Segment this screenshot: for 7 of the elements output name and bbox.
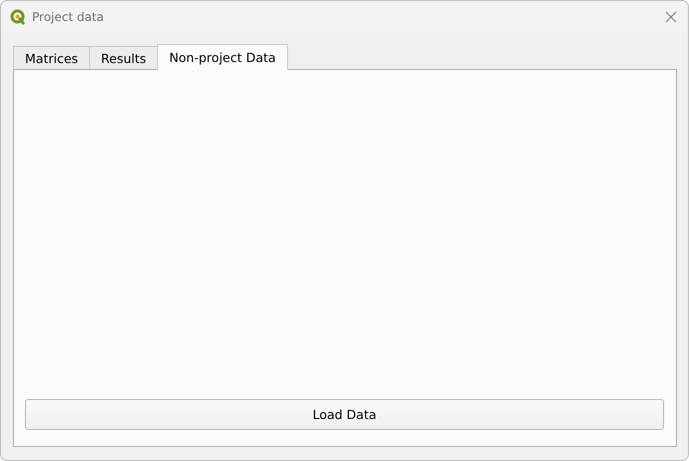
tab[interactable]: Results xyxy=(89,46,158,69)
tab[interactable]: Matrices xyxy=(13,46,90,69)
close-icon[interactable] xyxy=(665,10,677,22)
tab[interactable]: Non-project Data xyxy=(157,44,288,70)
app-logo-icon xyxy=(10,8,26,24)
load-data-button[interactable]: Load Data xyxy=(25,399,664,430)
window-title: Project data xyxy=(32,10,105,24)
